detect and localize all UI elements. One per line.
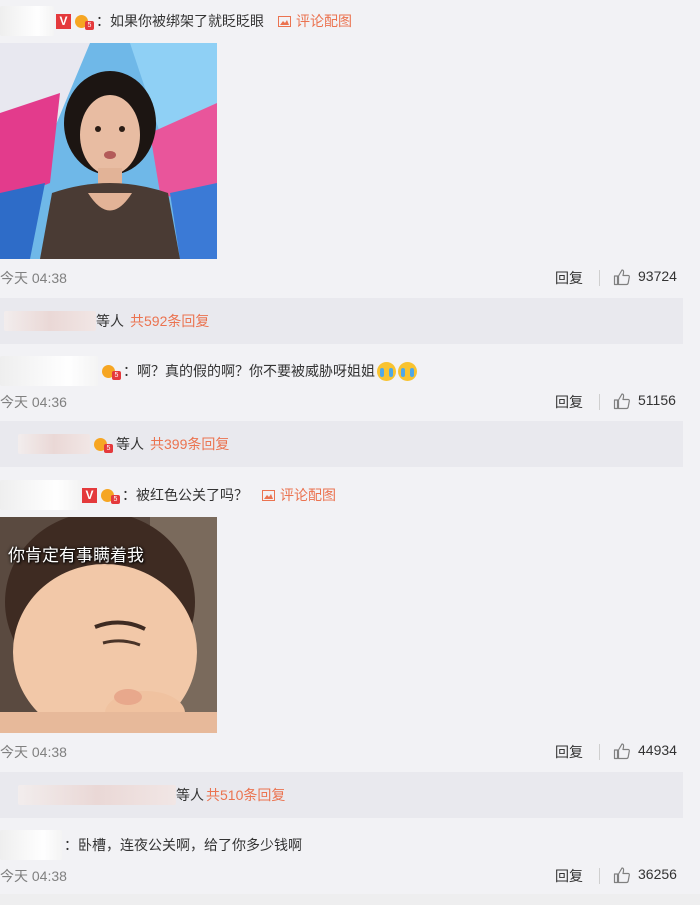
divider [599,270,600,286]
comment-meta: 今天 04:38 回复 36256 [0,864,700,886]
comment-text: ：如果你被绑架了就眨眨眼 [96,13,264,29]
reply-count-link[interactable]: 共592条回复 [130,311,209,331]
blurred-reply-users [18,785,176,805]
reply-count-link[interactable]: 共510条回复 [206,785,285,805]
reply-users-suffix: 等人 [116,436,144,452]
comment-text: ：卧槽，连夜公关啊，给了你多少钱啊 [64,837,302,853]
picture-icon [278,15,291,27]
comment-time: 今天 04:38 [0,744,67,760]
divider [599,868,600,884]
comment-text: ：被红色公关了吗？ [122,487,248,503]
fans-badge-icon: 5 [74,13,94,30]
divider [599,744,600,760]
like-count: 36256 [638,866,677,882]
blurred-username[interactable] [0,830,62,860]
vip-badge: V [82,487,97,503]
fans-badge-icon: 5 [93,436,113,453]
thumbs-up-icon[interactable] [613,742,631,760]
picture-icon [262,489,275,501]
blurred-username[interactable] [0,6,54,36]
reply-count-link[interactable]: 共399条回复 [150,434,229,454]
crying-face-emoji [377,361,396,381]
comment-image[interactable]: 你肯定有事瞒着我 [0,517,217,733]
like-count: 44934 [638,742,677,758]
thumbs-up-icon[interactable] [613,392,631,410]
divider [599,394,600,410]
comment-meta: 今天 04:38 回复 93724 [0,266,700,288]
comment-header: V 5 ：如果你被绑架了就眨眨眼 评论配图 [0,6,352,36]
comment-header: V 5 ：被红色公关了吗？ 评论配图 [0,480,336,510]
comment-picture-link[interactable]: 评论配图 [278,11,352,31]
comment-time: 今天 04:38 [0,868,67,884]
reply-button[interactable]: 回复 [555,866,583,886]
fans-badge-icon: 5 [100,487,120,504]
vip-badge: V [56,13,71,29]
thumbs-up-icon[interactable] [613,268,631,286]
crying-face-emoji [398,361,417,381]
like-count: 51156 [638,392,676,408]
comment-meta: 今天 04:38 回复 44934 [0,740,700,762]
comment-picture-label: 评论配图 [296,13,352,29]
reply-users-suffix: 等人 [176,787,204,803]
reply-button[interactable]: 回复 [555,268,583,288]
like-count: 93724 [638,268,677,284]
comment-picture-label: 评论配图 [280,487,336,503]
reply-button[interactable]: 回复 [555,742,583,762]
comment-image[interactable] [0,43,217,259]
comment-time: 今天 04:36 [0,394,67,410]
list-bottom-edge [0,894,700,905]
blurred-reply-users [4,311,96,331]
blurred-reply-users [18,434,90,454]
reply-thread-summary[interactable]: 等人 共592条回复 [0,298,683,344]
reply-users-suffix: 等人 [96,313,124,329]
comment-time: 今天 04:38 [0,270,67,286]
thumbs-up-icon[interactable] [613,866,631,884]
comment-header: 5 ：啊？真的假的啊？你不要被威胁呀姐姐 [0,356,417,386]
blurred-username[interactable] [0,480,80,510]
comment-text: ：啊？真的假的啊？你不要被威胁呀姐姐 [123,363,375,379]
comment-meta: 今天 04:36 回复 51156 [0,390,700,412]
reply-button[interactable]: 回复 [555,392,583,412]
comment-picture-link[interactable]: 评论配图 [262,485,336,505]
fans-badge-icon: 5 [101,363,121,380]
meme-caption: 你肯定有事瞒着我 [8,546,144,565]
comment-list: V 5 ：如果你被绑架了就眨眨眼 评论配图 今天 04:38 回复 93724 … [0,0,700,905]
woman-surprised-photo [0,43,217,259]
comment-header: ：卧槽，连夜公关啊，给了你多少钱啊 [0,830,302,860]
reply-thread-summary[interactable]: 等人 共510条回复 [0,772,683,818]
blurred-username[interactable] [0,356,98,386]
reply-thread-summary[interactable]: 5 等人 共399条回复 [0,421,683,467]
